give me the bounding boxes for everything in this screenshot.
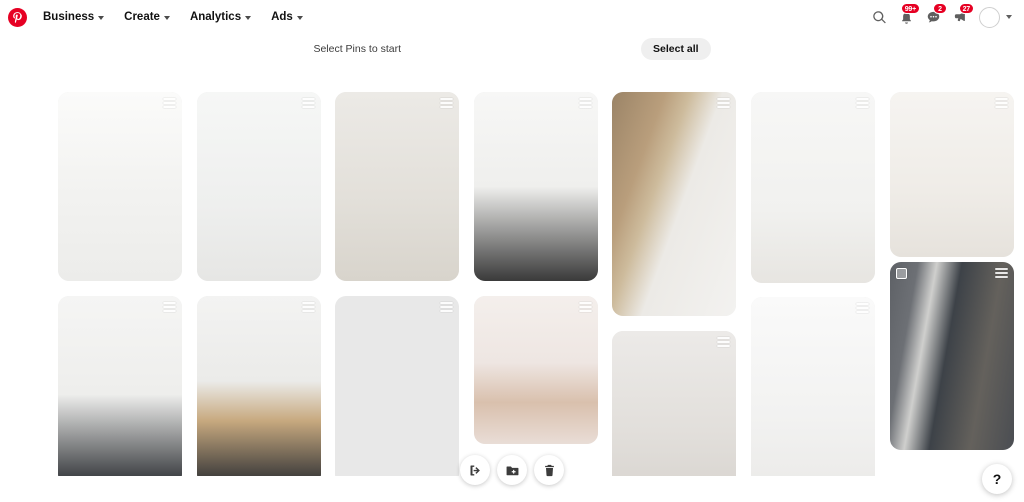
lines-menu-icon[interactable] [856,303,869,313]
lines-menu-icon[interactable] [302,302,315,312]
pin-image [890,262,1014,450]
pin-card[interactable] [58,296,182,476]
lines-menu-icon[interactable] [995,268,1008,278]
selection-hint: Select Pins to start [313,43,401,55]
lines-menu-icon[interactable] [163,302,176,312]
nav-item-analytics[interactable]: Analytics [180,7,261,27]
lines-menu-icon[interactable] [579,98,592,108]
pin-image [474,92,598,281]
pin-card[interactable] [335,92,459,281]
pin-card[interactable] [474,296,598,444]
pin-image [197,92,321,281]
messages-button[interactable]: 2 [920,3,947,30]
pin-card[interactable] [890,92,1014,257]
pinterest-logo-icon[interactable] [8,7,27,27]
lines-menu-icon[interactable] [440,302,453,312]
pin-card[interactable] [197,92,321,281]
nav-item-create-label: Create [124,11,160,23]
pin-image [612,331,736,476]
pin-card[interactable] [751,297,875,476]
pin-image [335,296,459,476]
pin-card[interactable] [58,92,182,281]
delete-button[interactable] [534,455,564,485]
announcements-badge: 27 [958,3,974,14]
trash-icon [544,464,554,476]
lines-menu-icon[interactable] [302,98,315,108]
pin-image [474,296,598,444]
lines-menu-icon[interactable] [440,98,453,108]
select-square-icon[interactable] [896,268,907,279]
folder-plus-icon [506,465,518,475]
navbar-left-group: Business Create Analytics Ads [8,7,313,27]
pin-card[interactable] [612,331,736,476]
lines-menu-icon[interactable] [579,302,592,312]
lines-menu-icon[interactable] [856,98,869,108]
pin-board [0,64,1024,476]
account-chevron-down-icon[interactable] [1006,15,1012,19]
announcements-button[interactable]: 27 [947,3,974,30]
lines-menu-icon[interactable] [995,98,1008,108]
move-to-board-button[interactable] [460,455,490,485]
pin-image [58,296,182,476]
selection-header: Select Pins to start Select all [0,34,1024,64]
lines-menu-icon[interactable] [717,337,730,347]
pin-image [58,92,182,281]
notifications-badge: 99+ [900,3,920,14]
nav-item-ads[interactable]: Ads [261,7,313,27]
chevron-down-icon [296,16,303,20]
search-icon [872,10,886,23]
navbar-right-group: 99+ 2 27 [866,3,1014,30]
pin-card[interactable] [612,92,736,316]
top-navbar: Business Create Analytics Ads 99+ 2 27 [0,0,1024,34]
pin-image [197,296,321,476]
avatar[interactable] [979,6,1000,28]
select-all-button[interactable]: Select all [641,38,711,60]
lines-menu-icon[interactable] [717,98,730,108]
notifications-button[interactable]: 99+ [893,3,920,30]
pin-image [612,92,736,316]
chevron-down-icon [163,16,170,20]
pin-image [335,92,459,281]
pin-image [751,297,875,476]
pin-card[interactable] [474,92,598,281]
help-button[interactable]: ? [982,464,1012,494]
nav-item-create[interactable]: Create [114,7,180,27]
chevron-down-icon [245,16,252,20]
nav-item-analytics-label: Analytics [189,11,242,23]
nav-item-ads-label: Ads [271,11,293,23]
pin-card[interactable] [197,296,321,476]
nav-item-business[interactable]: Business [33,7,114,27]
pin-card[interactable] [890,262,1014,450]
pin-card[interactable] [335,296,459,476]
chevron-down-icon [98,16,105,20]
arrow-into-box-icon [470,465,480,475]
pin-image [751,92,875,283]
pin-card[interactable] [751,92,875,283]
lines-menu-icon[interactable] [163,98,176,108]
messages-badge: 2 [933,3,947,14]
nav-item-business-label: Business [43,11,95,23]
pin-image [890,92,1014,257]
pin-action-toolbar [460,455,564,485]
add-to-board-button[interactable] [497,455,527,485]
search-button[interactable] [866,4,892,30]
